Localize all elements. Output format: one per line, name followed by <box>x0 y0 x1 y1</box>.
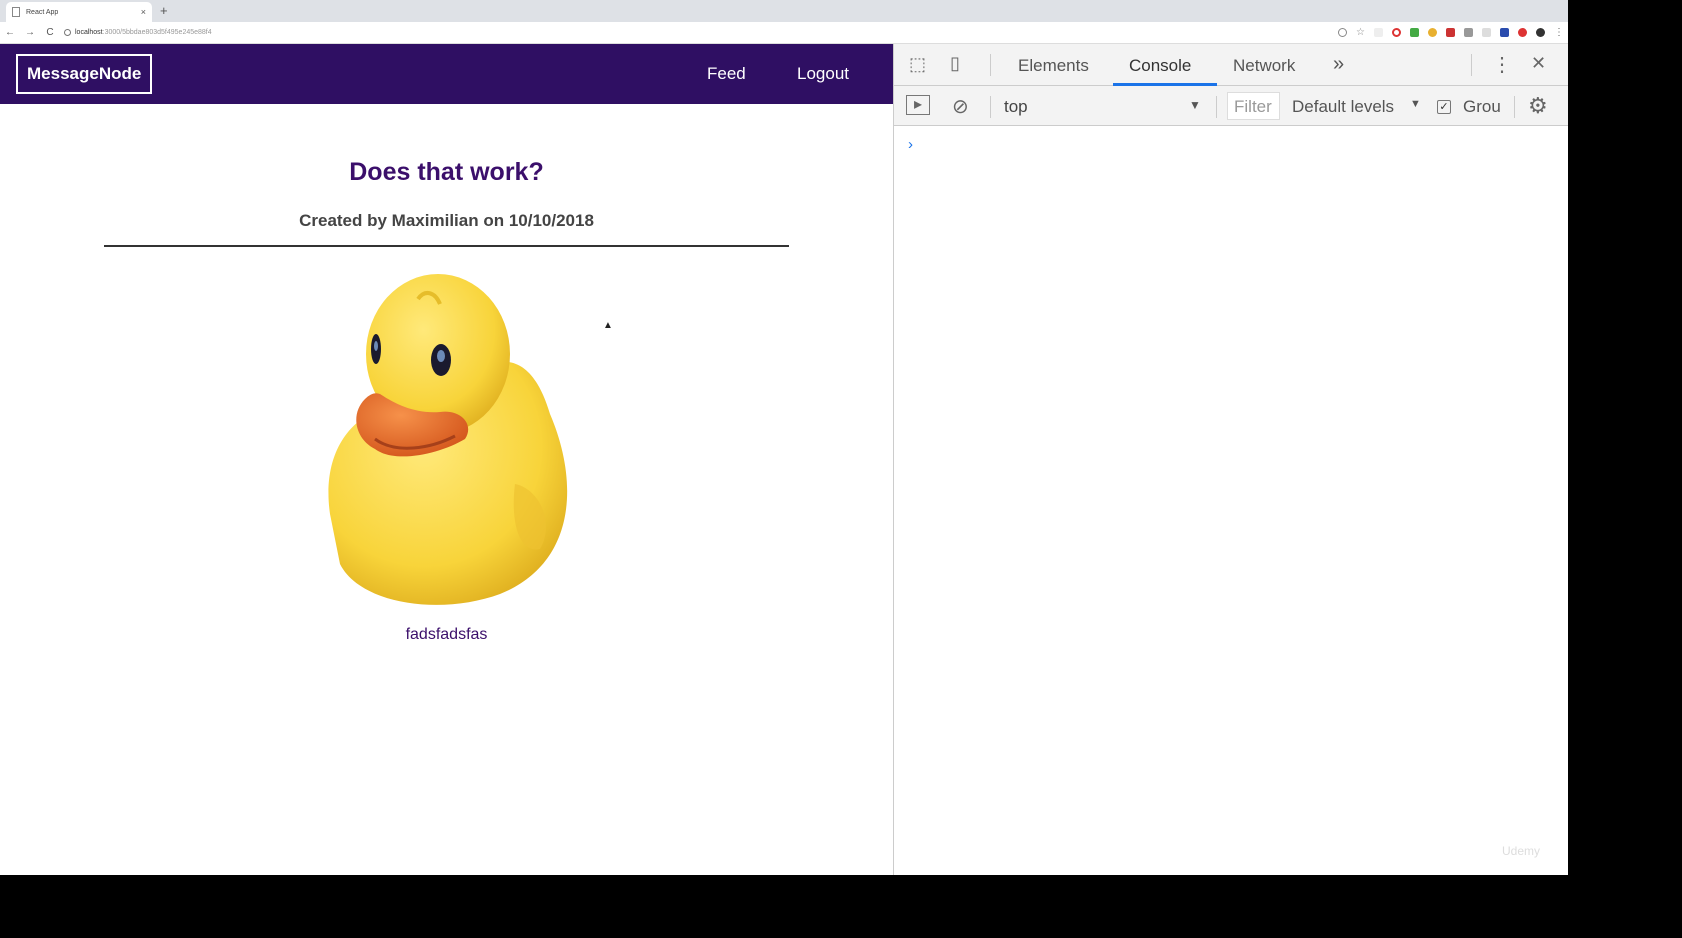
nav-logout-link[interactable]: Logout <box>797 64 849 84</box>
chevron-down-icon[interactable]: ▼ <box>1410 98 1421 110</box>
page-icon <box>12 7 20 17</box>
more-tabs-icon[interactable]: » <box>1333 53 1344 76</box>
browser-tabstrip: React App × + <box>0 0 1568 22</box>
console-toolbar: ▸ ⊘ top ▼ Filter Default levels ▼ ✓ Grou… <box>894 86 1568 126</box>
gear-icon[interactable]: ⚙ <box>1528 93 1548 119</box>
zoom-icon[interactable] <box>1338 28 1347 37</box>
screen: React App × + ← → C localhost :3000/5bbd… <box>0 0 1568 875</box>
url-path: :3000/5bbdae803d5f495e245e88f4 <box>102 29 212 36</box>
tab-network[interactable]: Network <box>1233 56 1295 76</box>
devtools-tabbar: ⬚ ▯ Elements Console Network » ⋮ ✕ <box>894 44 1568 86</box>
mouse-cursor-icon: ▲ <box>603 320 613 331</box>
browser-tab[interactable]: React App × <box>6 2 152 22</box>
devtools-menu-icon[interactable]: ⋮ <box>1492 52 1512 77</box>
reload-icon[interactable]: C <box>40 27 60 38</box>
url-host: localhost <box>75 29 103 36</box>
browser-toolbar: ← → C localhost :3000/5bbdae803d5f495e24… <box>0 22 1568 44</box>
extension-icons: ☆ ⋮ <box>1338 28 1568 38</box>
tab-title: React App <box>26 8 59 16</box>
chevron-down-icon[interactable]: ▼ <box>1189 98 1201 112</box>
toolbar-separator <box>1514 96 1515 118</box>
device-toolbar-icon[interactable]: ▯ <box>950 53 960 74</box>
extension-icon[interactable] <box>1446 28 1455 37</box>
log-levels-dropdown[interactable]: Default levels <box>1292 97 1394 117</box>
group-similar-checkbox[interactable]: ✓ <box>1437 100 1451 114</box>
extension-icon[interactable] <box>1374 28 1383 37</box>
toolbar-separator <box>990 54 991 76</box>
opera-icon[interactable] <box>1392 28 1401 37</box>
post-meta: Created by Maximilian on 10/10/2018 <box>299 211 594 230</box>
extension-icon[interactable] <box>1464 28 1473 37</box>
tab-console[interactable]: Console <box>1129 56 1191 76</box>
letterbox-right <box>1568 0 1682 938</box>
close-devtools-icon[interactable]: ✕ <box>1531 53 1546 74</box>
divider <box>104 245 789 247</box>
post-content: fadsfadsfas <box>405 626 488 643</box>
letterbox-bottom <box>0 875 1682 938</box>
sidebar-toggle-icon[interactable]: ▸ <box>906 95 930 115</box>
extension-icon[interactable] <box>1482 28 1491 37</box>
devtools-panel: ⬚ ▯ Elements Console Network » ⋮ ✕ ▸ ⊘ t… <box>893 44 1568 875</box>
back-icon[interactable]: ← <box>0 27 20 38</box>
watermark: Udemy <box>1502 844 1541 858</box>
forward-icon[interactable]: → <box>20 27 40 38</box>
console-prompt[interactable]: › <box>908 136 913 153</box>
extension-icon[interactable] <box>1428 28 1437 37</box>
post-image-rubber-duck <box>328 274 568 605</box>
browser-menu-icon[interactable]: ⋮ <box>1554 28 1564 38</box>
context-selector[interactable]: top <box>1004 97 1028 117</box>
extension-icon[interactable] <box>1500 28 1509 37</box>
tab-close-icon[interactable]: × <box>141 7 146 17</box>
app-viewport: MessageNode Feed Logout Does that work? … <box>0 44 893 875</box>
inspect-element-icon[interactable]: ⬚ <box>909 54 926 75</box>
info-icon[interactable] <box>64 29 71 36</box>
toolbar-separator <box>1471 54 1472 76</box>
nav-feed-link[interactable]: Feed <box>707 64 746 84</box>
new-tab-button[interactable]: + <box>160 3 168 18</box>
toolbar-separator <box>1216 96 1217 118</box>
star-icon[interactable]: ☆ <box>1356 28 1365 38</box>
group-similar-label: Grou <box>1463 97 1501 116</box>
filter-input[interactable]: Filter <box>1227 92 1280 120</box>
address-bar[interactable]: localhost :3000/5bbdae803d5f495e245e88f4 <box>64 29 212 36</box>
tab-elements[interactable]: Elements <box>1018 56 1089 76</box>
post-title: Does that work? <box>349 158 544 186</box>
extension-icon[interactable] <box>1518 28 1527 37</box>
toolbar-separator <box>990 96 991 118</box>
logo[interactable]: MessageNode <box>16 54 153 94</box>
avatar[interactable] <box>1536 28 1545 37</box>
clear-console-icon[interactable]: ⊘ <box>952 94 969 119</box>
extension-icon[interactable] <box>1410 28 1419 37</box>
main-navbar: MessageNode Feed Logout <box>0 44 893 104</box>
